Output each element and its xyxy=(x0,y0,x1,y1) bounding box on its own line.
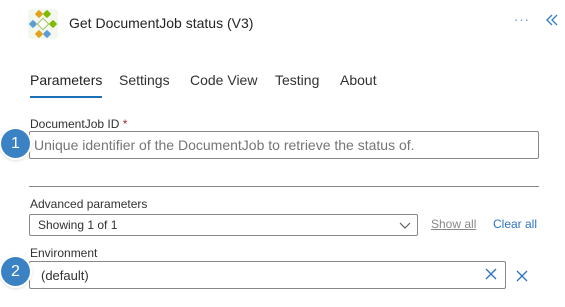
chevron-down-icon xyxy=(399,222,411,229)
dropdown-selected-value: Showing 1 of 1 xyxy=(38,218,118,232)
tab-settings[interactable]: Settings xyxy=(119,72,170,98)
advanced-parameters-dropdown[interactable]: Showing 1 of 1 xyxy=(29,214,418,236)
document-job-id-input[interactable] xyxy=(30,132,538,158)
document-job-id-field-wrapper xyxy=(29,131,539,159)
show-all-link[interactable]: Show all xyxy=(431,217,476,231)
step-marker-2: 2 xyxy=(1,257,30,286)
environment-label: Environment xyxy=(30,246,98,260)
document-job-id-label: DocumentJob ID * xyxy=(30,117,127,131)
tab-testing[interactable]: Testing xyxy=(275,72,319,98)
clear-value-icon[interactable] xyxy=(485,268,497,280)
tab-code-view[interactable]: Code View xyxy=(190,72,257,98)
page-title: Get DocumentJob status (V3) xyxy=(69,15,254,31)
document-job-id-label-text: DocumentJob ID xyxy=(30,117,120,131)
connector-icon xyxy=(28,9,58,39)
double-chevron-left-icon[interactable] xyxy=(544,12,560,28)
more-options-button[interactable]: ··· xyxy=(514,12,530,27)
tab-about[interactable]: About xyxy=(340,72,377,98)
step-marker-1: 1 xyxy=(1,129,30,158)
advanced-parameters-label: Advanced parameters xyxy=(30,197,148,211)
required-mark: * xyxy=(122,117,128,131)
section-divider xyxy=(29,186,539,187)
clear-all-link[interactable]: Clear all xyxy=(493,217,537,231)
environment-value: (default) xyxy=(41,268,89,283)
remove-parameter-icon[interactable] xyxy=(516,270,528,282)
tab-parameters[interactable]: Parameters xyxy=(30,72,103,98)
environment-field[interactable]: (default) xyxy=(29,261,506,289)
